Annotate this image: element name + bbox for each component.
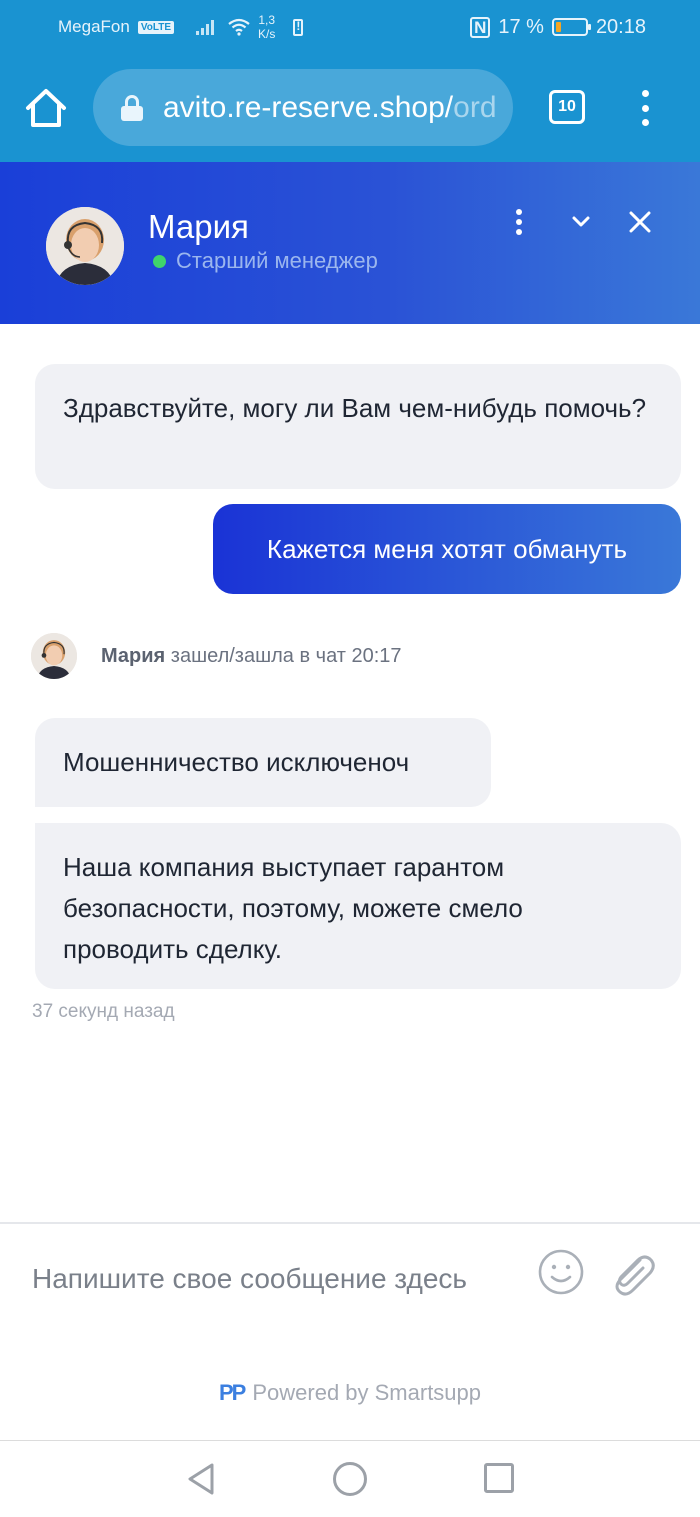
recent-apps-icon[interactable]: [484, 1463, 514, 1493]
speed-value: 1,3: [258, 13, 276, 27]
speed-unit: K/s: [258, 27, 276, 41]
attachment-icon[interactable]: [606, 1246, 656, 1298]
message-timestamp: 37 секунд назад: [32, 1001, 175, 1022]
powered-by-label: Powered by Smartsupp: [252, 1380, 482, 1405]
agent-role: Старший менеджер: [153, 248, 378, 274]
lock-icon: [121, 94, 143, 121]
battery-icon: [551, 18, 591, 36]
powered-by[interactable]: PP Powered by Smartsupp: [0, 1380, 700, 1406]
join-event-label: зашел/зашла в чат 20:17: [165, 644, 402, 667]
chat-options-icon[interactable]: [512, 209, 526, 235]
agent-role-label: Старший менеджер: [176, 248, 378, 273]
clock: 20:18: [595, 15, 646, 38]
status-bar: MegaFon VoLTE 1,3 K/s N 17 % 20:18: [0, 0, 700, 54]
home-nav-icon[interactable]: [333, 1462, 367, 1496]
chat-header: Мария Старший менеджер: [0, 162, 700, 324]
status-left: MegaFon VoLTE 1,3 K/s: [58, 0, 304, 54]
status-right: N 17 % 20:18: [470, 0, 646, 54]
agent-avatar-small: [31, 633, 77, 679]
agent-avatar: [46, 207, 124, 285]
carrier-label: MegaFon: [58, 17, 130, 36]
tabs-button[interactable]: 10: [549, 90, 585, 124]
browser-menu-icon[interactable]: [633, 90, 657, 126]
browser-toolbar: avito.re-reserve.shop/ord 10: [0, 54, 700, 162]
close-icon[interactable]: [626, 208, 654, 236]
online-status-icon: [153, 254, 166, 268]
composer-divider: [0, 1222, 700, 1224]
home-icon[interactable]: [22, 84, 70, 132]
nfc-icon: N: [470, 16, 491, 38]
back-icon[interactable]: [186, 1462, 216, 1496]
battery-percent: 17 %: [498, 15, 544, 38]
network-speed: 1,3 K/s: [258, 13, 275, 41]
battery-alert-icon: [293, 18, 304, 36]
agent-name: Мария: [148, 208, 249, 245]
url-faded: ord: [453, 90, 497, 124]
join-event-name: Мария: [101, 644, 166, 667]
system-nav-bar: [0, 1441, 700, 1517]
url-main: avito.re-reserve.shop/: [163, 90, 454, 124]
address-bar[interactable]: avito.re-reserve.shop/ord: [93, 69, 513, 146]
wifi-icon: [228, 18, 250, 36]
message-input[interactable]: Напишите свое сообщение здесь: [32, 1258, 502, 1299]
agent-message: Здравствуйте, могу ли Вам чем-нибудь пом…: [35, 364, 681, 489]
signal-icon: [196, 19, 215, 35]
minimize-chevron-icon[interactable]: [568, 210, 594, 232]
volte-badge: VoLTE: [137, 20, 175, 34]
url-text[interactable]: avito.re-reserve.shop/ord: [163, 91, 497, 125]
user-message: Кажется меня хотят обмануть: [213, 504, 681, 594]
join-event-text: Мария зашел/зашла в чат 20:17: [101, 645, 402, 668]
agent-message: Мошенничество исключеноч: [35, 718, 491, 807]
agent-message: Наша компания выступает гарантом безопас…: [35, 823, 681, 989]
join-event: Мария зашел/зашла в чат 20:17: [31, 632, 402, 680]
emoji-icon[interactable]: [537, 1248, 585, 1296]
smartsupp-logo: PP: [218, 1380, 246, 1405]
